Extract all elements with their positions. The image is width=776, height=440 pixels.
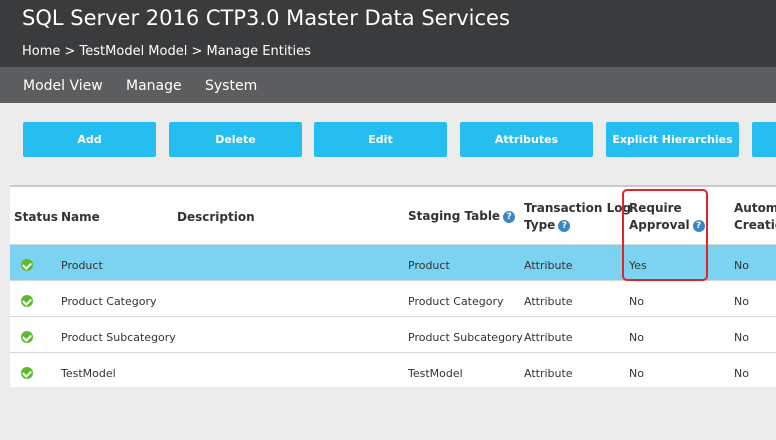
automatic-label: Automa: [734, 201, 776, 215]
column-transaction-log-type[interactable]: Transaction Log Type?: [524, 200, 631, 234]
entity-name: TestModel: [61, 367, 116, 380]
column-status[interactable]: Status: [14, 209, 58, 226]
entity-automatic-creation: No: [734, 259, 749, 272]
status-ok-icon: [21, 295, 33, 307]
entity-name: Product Category: [61, 295, 157, 308]
entity-staging-table: Product Category: [408, 295, 504, 308]
column-automatic-creation[interactable]: Automa Creatio: [734, 200, 776, 234]
entity-require-approval: No: [629, 331, 644, 344]
entity-transaction-log-type: Attribute: [524, 259, 573, 272]
entity-automatic-creation: No: [734, 295, 749, 308]
help-icon[interactable]: ?: [558, 219, 571, 232]
transaction-log-label: Transaction Log: [524, 201, 632, 215]
type-label: Type: [524, 218, 556, 232]
entity-automatic-creation: No: [734, 367, 749, 380]
status-ok-icon: [21, 259, 33, 271]
entity-staging-table: Product Subcategory: [408, 331, 523, 344]
app-header: SQL Server 2016 CTP3.0 Master Data Servi…: [0, 0, 776, 67]
entity-staging-table: TestModel: [408, 367, 463, 380]
entity-require-approval: No: [629, 295, 644, 308]
table-row[interactable]: Product Subcategory Product Subcategory …: [10, 316, 776, 352]
menu-model-view[interactable]: Model View: [23, 78, 103, 94]
require-approval-highlight: [622, 189, 708, 281]
entity-transaction-log-type: Attribute: [524, 331, 573, 344]
entity-require-approval: No: [629, 367, 644, 380]
entity-transaction-log-type: Attribute: [524, 367, 573, 380]
column-description[interactable]: Description: [177, 209, 255, 226]
attributes-button[interactable]: Attributes: [460, 122, 593, 157]
status-ok-icon: [21, 367, 33, 379]
entity-automatic-creation: No: [734, 331, 749, 344]
column-name[interactable]: Name: [61, 209, 100, 226]
entity-transaction-log-type: Attribute: [524, 295, 573, 308]
table-row[interactable]: TestModel TestModel Attribute No No: [10, 352, 776, 388]
edit-button[interactable]: Edit: [314, 122, 447, 157]
table-row[interactable]: Product Category Product Category Attrib…: [10, 280, 776, 316]
menu-manage[interactable]: Manage: [126, 78, 182, 94]
menu-system[interactable]: System: [205, 78, 257, 94]
explicit-hierarchies-button[interactable]: Explicit Hierarchies: [606, 122, 739, 157]
status-ok-icon: [21, 331, 33, 343]
breadcrumb[interactable]: Home > TestModel Model > Manage Entities: [22, 44, 311, 59]
toolbar: Add Delete Edit Attributes Explicit Hier…: [0, 103, 776, 185]
entity-name: Product: [61, 259, 103, 272]
help-icon[interactable]: ?: [503, 210, 516, 223]
creation-label: Creatio: [734, 218, 776, 232]
staging-table-label: Staging Table: [408, 209, 501, 223]
column-staging-table[interactable]: Staging Table?: [408, 208, 516, 225]
entity-staging-table: Product: [408, 259, 450, 272]
menu-bar: Model View Manage System: [0, 67, 776, 103]
entity-name: Product Subcategory: [61, 331, 176, 344]
more-button[interactable]: [752, 122, 776, 157]
delete-button[interactable]: Delete: [169, 122, 302, 157]
app-title: SQL Server 2016 CTP3.0 Master Data Servi…: [22, 6, 510, 30]
add-button[interactable]: Add: [23, 122, 156, 157]
